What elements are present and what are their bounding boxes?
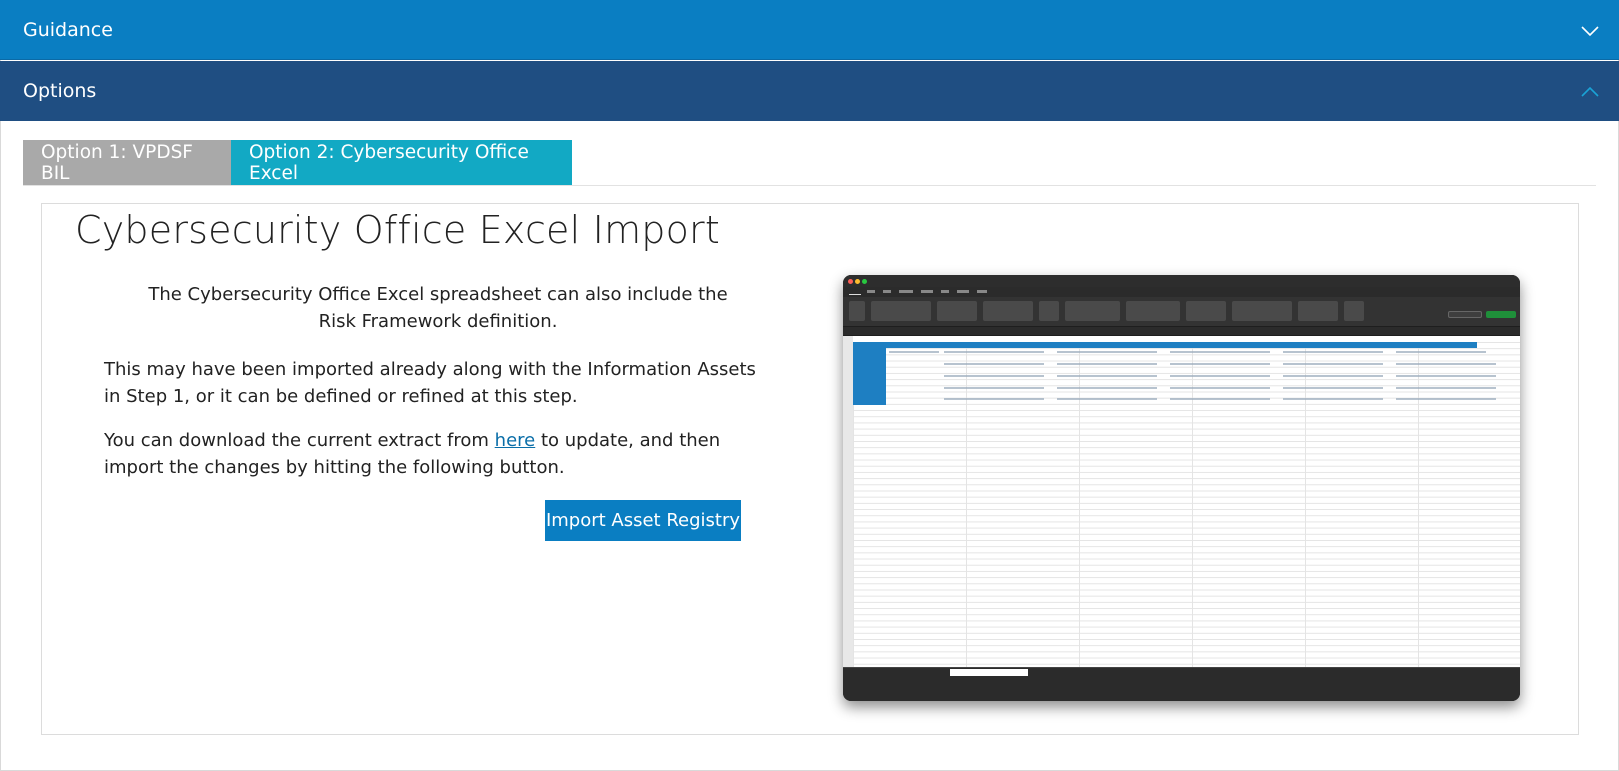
excel-category-column — [853, 342, 886, 405]
excel-header-row — [886, 342, 1477, 348]
info-paragraph: This may have been imported already alon… — [104, 359, 756, 407]
excel-active-sheet-tab — [950, 669, 1028, 676]
minimize-dot-icon — [855, 279, 860, 284]
tab-option-1[interactable]: Option 1: VPDSF BIL — [23, 140, 231, 185]
excel-grid — [853, 342, 1520, 667]
comments-button — [1448, 311, 1482, 318]
excel-ribbon — [843, 297, 1520, 327]
page-title: Cybersecurity Office Excel Import — [75, 208, 720, 252]
excel-titlebar — [843, 275, 1520, 287]
download-paragraph: You can download the current extract fro… — [104, 427, 764, 481]
chevron-down-icon[interactable] — [1581, 22, 1599, 40]
tab-option-2[interactable]: Option 2: Cybersecurity Office Excel — [231, 140, 572, 185]
close-dot-icon — [848, 279, 853, 284]
tab-divider — [23, 185, 1596, 186]
guidance-label: Guidance — [23, 18, 113, 41]
import-asset-registry-button[interactable]: Import Asset Registry — [545, 500, 741, 541]
excel-row-headers — [843, 342, 853, 667]
share-button — [1486, 311, 1516, 318]
intro-paragraph: The Cybersecurity Office Excel spreadshe… — [148, 284, 728, 332]
excel-sheet-tabs — [843, 667, 1520, 677]
guidance-accordion-header[interactable]: Guidance — [0, 0, 1619, 60]
options-label: Options — [23, 80, 97, 102]
excel-menubar — [843, 287, 1520, 297]
options-accordion-header[interactable]: Options — [0, 61, 1619, 121]
excel-status-bar — [843, 677, 1520, 701]
download-here-link[interactable]: here — [495, 430, 536, 451]
chevron-up-icon[interactable] — [1581, 83, 1599, 101]
excel-formula-bar — [843, 327, 1520, 336]
zoom-dot-icon — [862, 279, 867, 284]
option-tabs: Option 1: VPDSF BIL Option 2: Cybersecur… — [23, 140, 572, 185]
download-text-before: You can download the current extract fro… — [104, 430, 495, 451]
excel-screenshot-image — [843, 275, 1520, 701]
